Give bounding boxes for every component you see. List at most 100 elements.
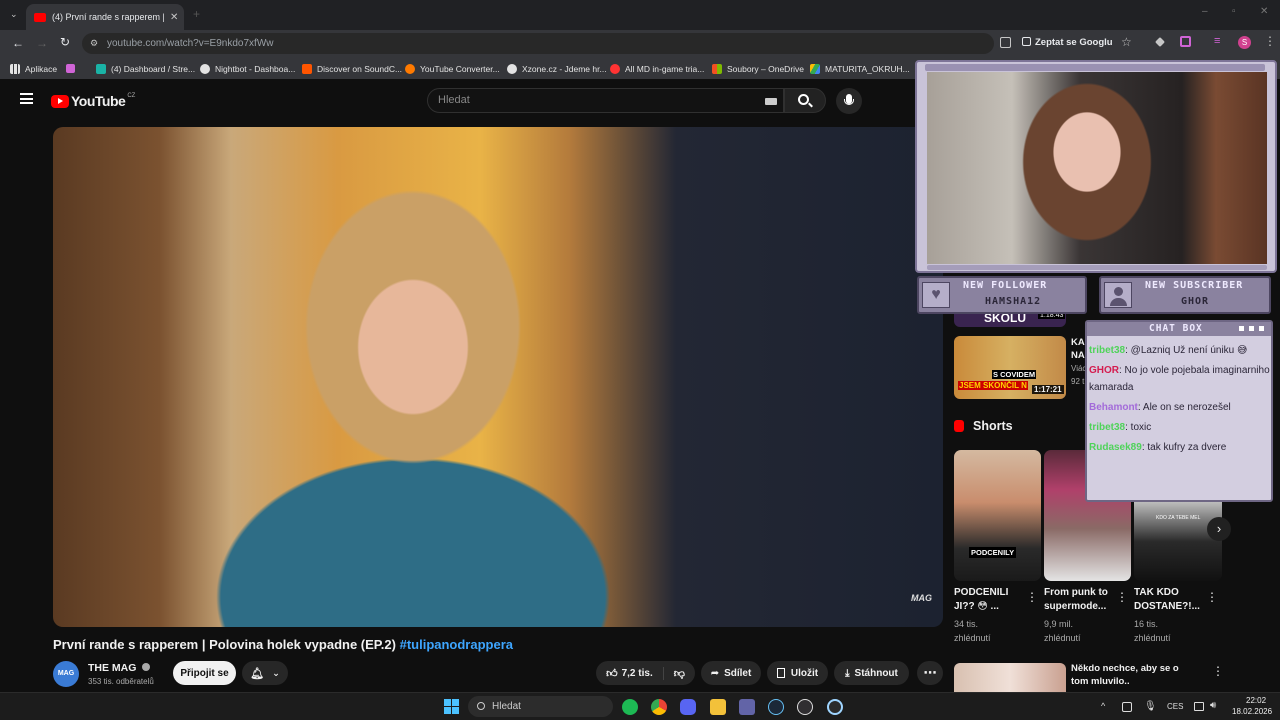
chat-text: : toxic — [1125, 422, 1152, 433]
heart-icon: ♥ — [922, 282, 950, 308]
youtube-logo[interactable]: YouTube CZ — [51, 93, 135, 109]
channel-name[interactable]: THE MAG — [88, 662, 151, 674]
download-button[interactable]: ⤓ Stáhnout — [834, 661, 909, 685]
short-more-icon[interactable]: ⋮ — [1206, 590, 1218, 604]
bookmark-star-icon[interactable]: ☆ — [1121, 35, 1132, 49]
start-icon[interactable] — [444, 699, 459, 714]
spotify-icon[interactable] — [622, 699, 638, 715]
tray-chevron-icon[interactable]: ^ — [1101, 701, 1105, 711]
tab-strip: ⌄ (4) První rande s rapperem | Po ✕ + – … — [0, 0, 1280, 30]
language-indicator[interactable]: CES — [1167, 702, 1183, 711]
media-control-icon[interactable]: ≡ — [1214, 35, 1220, 47]
short-more-icon[interactable]: ⋮ — [1026, 590, 1038, 604]
keyboard-icon[interactable] — [765, 98, 777, 105]
volume-icon[interactable]: 🔊︎ — [1210, 700, 1216, 711]
steam-icon[interactable] — [768, 699, 784, 715]
ask-google-label: Zeptat se Googlu — [1035, 37, 1113, 48]
site-info-icon[interactable]: ⚙ — [90, 33, 98, 54]
short-title[interactable]: PODCENILI JI?? 😳 ... — [954, 586, 1028, 614]
menu-icon[interactable] — [20, 93, 33, 104]
new-follower-panel: ♥ NEW FOLLOWER HAMSHA12 — [917, 276, 1087, 314]
short-title[interactable]: TAK KDO DOSTANE?!... — [1134, 586, 1208, 614]
bookmark-dashboard[interactable]: (4) Dashboard / Stre... — [96, 62, 195, 75]
close-tab-icon[interactable]: ✕ — [170, 12, 178, 23]
short-title[interactable]: From punk to supermode... — [1044, 586, 1118, 614]
close-window-icon[interactable]: ✕ — [1260, 6, 1268, 17]
bookmark-grid[interactable] — [66, 62, 80, 75]
webcam-frame — [915, 60, 1277, 273]
chat-username: tribet38 — [1089, 422, 1126, 433]
install-icon[interactable] — [1000, 37, 1011, 48]
tray-headset-icon[interactable]: 🎙︎ — [1144, 701, 1157, 712]
maximize-icon[interactable]: ▫ — [1232, 6, 1236, 17]
save-button[interactable]: Uložit — [767, 661, 828, 685]
like-button[interactable]: 👍︎ 7,2 tis. — [606, 666, 664, 680]
save-label: Uložit — [790, 667, 819, 679]
obs-icon[interactable] — [797, 699, 813, 715]
stream-overlay: ♥ NEW FOLLOWER HAMSHA12 NEW SUBSCRIBER G… — [915, 60, 1277, 505]
bookmark-label: Discover on SoundC... — [317, 63, 403, 74]
short-views: 16 tis. — [1134, 619, 1159, 629]
bookmark-onedrive[interactable]: Soubory – OneDrive — [712, 62, 804, 75]
file-explorer-icon[interactable] — [710, 699, 726, 715]
minimize-icon[interactable]: – — [1202, 6, 1208, 17]
short-views: 9,9 mil. — [1044, 619, 1074, 629]
discord-icon[interactable] — [680, 699, 696, 715]
bookmark-allmd[interactable]: All MD in-game tria... — [610, 62, 704, 75]
bookmark-xzone[interactable]: Xzone.cz - Jdeme hr... — [507, 62, 607, 75]
extension-icon[interactable] — [1155, 37, 1165, 47]
search-button[interactable] — [784, 88, 826, 113]
bookmark-label: Xzone.cz - Jdeme hr... — [522, 63, 607, 74]
drive-icon — [810, 63, 820, 74]
reload-icon[interactable]: ↻ — [60, 35, 70, 49]
more-actions-button[interactable]: ⋯ — [917, 661, 943, 685]
search-input[interactable]: Hledat — [427, 88, 784, 113]
clock-date[interactable]: 18.02.2026 — [1232, 707, 1272, 716]
webcam-scrollbar — [927, 265, 1267, 270]
notifications-button[interactable]: 🔔︎ ⌄ — [242, 661, 288, 685]
browser-menu-icon[interactable]: ⋮ — [1264, 34, 1276, 48]
xzone-icon — [507, 63, 517, 74]
new-tab-icon[interactable]: + — [193, 7, 200, 21]
bookmark-apps[interactable]: Aplikace — [10, 62, 57, 75]
join-button[interactable]: Připojit se — [173, 661, 236, 685]
sidebar-video-title[interactable]: Někdo nechce, aby se o tom mluvilo.. — [1071, 662, 1191, 688]
url-field[interactable]: ⚙ youtube.com/watch?v=E9nkdo7xfWw — [82, 33, 994, 54]
taskbar-search[interactable]: Hledat — [468, 696, 613, 717]
dislike-button[interactable]: 👎︎ — [664, 667, 685, 680]
tab-list-chevron-icon[interactable]: ⌄ — [10, 9, 20, 19]
streamelements-icon — [96, 63, 106, 74]
network-icon[interactable] — [1194, 702, 1204, 711]
sidebar-video-thumbnail[interactable] — [954, 663, 1066, 692]
ask-google-button[interactable]: Zeptat se Googlu — [1022, 37, 1113, 48]
bookmark-icon — [776, 668, 785, 678]
tray-app-icon[interactable] — [1122, 702, 1132, 712]
back-icon[interactable]: ← — [12, 36, 24, 50]
teams-icon[interactable] — [739, 699, 755, 715]
like-dislike-group: 👍︎ 7,2 tis. 👎︎ — [596, 661, 695, 685]
video-hashtag[interactable]: #tulipanodrappera — [400, 637, 513, 652]
bookmark-label: (4) Dashboard / Stre... — [111, 63, 196, 74]
active-tab[interactable]: (4) První rande s rapperem | Po ✕ — [26, 4, 184, 30]
bookmark-nightbot[interactable]: Nightbot - Dashboa... — [200, 62, 295, 75]
bookmark-maturita[interactable]: MATURITA_OKRUH... — [810, 62, 910, 75]
voice-search-button[interactable] — [836, 88, 862, 114]
share-button[interactable]: ➦ Sdílet — [701, 661, 761, 685]
app-icon[interactable] — [827, 699, 843, 715]
bookmark-soundcloud[interactable]: Discover on SoundC... — [302, 62, 402, 75]
chat-titlebar: CHAT BOX — [1087, 322, 1271, 336]
profile-avatar[interactable]: S — [1238, 36, 1251, 49]
clock-time[interactable]: 22:02 — [1246, 696, 1266, 705]
short-thumb-text: KDO ZA TEBE MEL — [1156, 515, 1201, 521]
channel-avatar[interactable]: MAG — [53, 661, 79, 687]
sidebar-more-icon[interactable]: ⋮ — [1212, 664, 1224, 678]
chat-messages: tribet38: @Lazniq Už není úniku 😅 GHOR: N… — [1089, 342, 1271, 459]
short-more-icon[interactable]: ⋮ — [1116, 590, 1128, 604]
puzzle-extensions-icon[interactable] — [1180, 36, 1191, 47]
chrome-icon[interactable] — [651, 699, 667, 715]
forward-icon[interactable]: → — [36, 36, 48, 50]
thumbs-up-icon: 👍︎ — [606, 667, 618, 680]
shorts-next-button[interactable]: › — [1207, 517, 1231, 541]
bookmark-converter[interactable]: YouTube Converter... — [405, 62, 500, 75]
video-player[interactable]: MAG — [53, 127, 943, 627]
